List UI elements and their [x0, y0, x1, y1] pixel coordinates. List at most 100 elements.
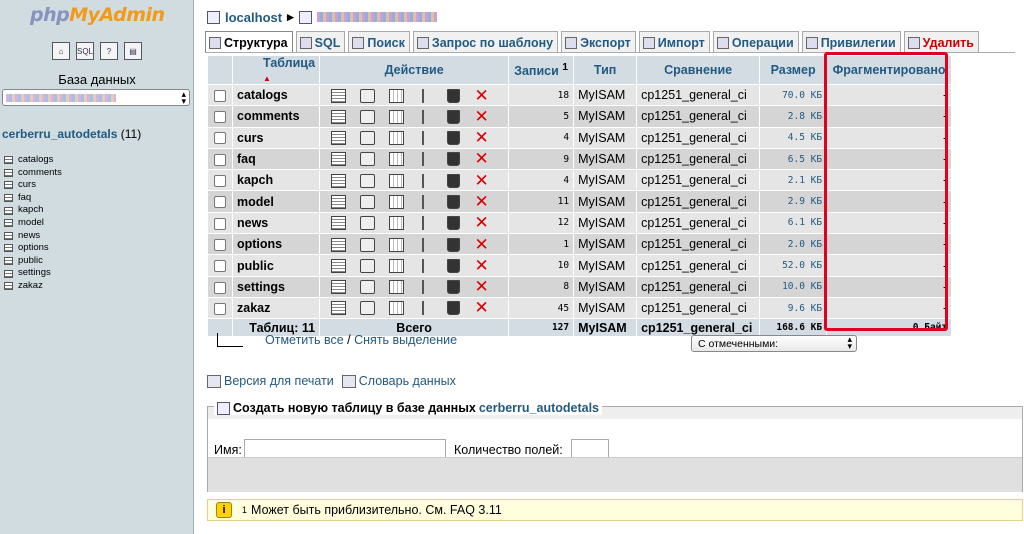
- empty-icon[interactable]: [447, 152, 461, 167]
- header-table[interactable]: Таблица ▲: [233, 56, 320, 84]
- row-table-name[interactable]: settings: [233, 276, 320, 297]
- insert-icon[interactable]: [418, 258, 434, 273]
- sidebar-table-item[interactable]: settings: [4, 267, 62, 280]
- insert-icon[interactable]: [418, 109, 434, 124]
- structure-icon[interactable]: [360, 88, 376, 103]
- empty-icon[interactable]: [447, 237, 461, 252]
- search-icon[interactable]: [389, 216, 405, 231]
- search-icon[interactable]: [389, 258, 405, 273]
- empty-icon[interactable]: [447, 131, 461, 146]
- row-table-name[interactable]: zakaz: [233, 297, 320, 319]
- search-icon[interactable]: [389, 237, 405, 252]
- drop-icon[interactable]: ✕: [474, 172, 489, 189]
- sidebar-table-item[interactable]: options: [4, 242, 62, 255]
- row-table-name[interactable]: public: [233, 255, 320, 276]
- row-size[interactable]: 10.0 КБ: [760, 276, 827, 297]
- sql-icon[interactable]: SQL: [76, 42, 94, 60]
- row-table-name[interactable]: news: [233, 212, 320, 234]
- empty-icon[interactable]: [447, 194, 461, 209]
- browse-icon[interactable]: [331, 152, 347, 167]
- row-checkbox[interactable]: [214, 302, 226, 315]
- insert-icon[interactable]: [418, 173, 434, 188]
- empty-icon[interactable]: [447, 258, 461, 273]
- help-icon[interactable]: ?: [100, 42, 118, 60]
- row-checkbox[interactable]: [214, 238, 226, 251]
- data-dictionary-link[interactable]: Словарь данных: [341, 374, 456, 388]
- insert-icon[interactable]: [418, 152, 434, 167]
- insert-icon[interactable]: [418, 194, 434, 209]
- structure-icon[interactable]: [360, 173, 376, 188]
- insert-icon[interactable]: [418, 280, 434, 295]
- empty-icon[interactable]: [447, 280, 461, 295]
- empty-icon[interactable]: [447, 88, 461, 103]
- header-overhead[interactable]: Фрагментировано: [827, 56, 952, 84]
- phpmyadmin-logo[interactable]: phpMyAdmin: [30, 4, 165, 26]
- row-checkbox[interactable]: [214, 196, 226, 209]
- drop-icon[interactable]: ✕: [474, 150, 489, 167]
- drop-icon[interactable]: ✕: [474, 129, 489, 146]
- breadcrumb-server[interactable]: localhost: [225, 10, 282, 25]
- browse-icon[interactable]: [331, 131, 347, 146]
- row-table-name[interactable]: options: [233, 234, 320, 255]
- drop-icon[interactable]: ✕: [474, 108, 489, 125]
- row-size[interactable]: 6.1 КБ: [760, 212, 827, 234]
- drop-icon[interactable]: ✕: [474, 236, 489, 253]
- empty-icon[interactable]: [447, 216, 461, 231]
- search-icon[interactable]: [389, 173, 405, 188]
- row-table-name[interactable]: kapch: [233, 170, 320, 191]
- row-table-name[interactable]: comments: [233, 106, 320, 127]
- structure-icon[interactable]: [360, 237, 376, 252]
- search-icon[interactable]: [389, 194, 405, 209]
- structure-icon[interactable]: [360, 280, 376, 295]
- tab-operations[interactable]: Операции: [712, 31, 799, 52]
- database-select[interactable]: ▴ ▾: [2, 89, 190, 106]
- drop-icon[interactable]: ✕: [474, 193, 489, 210]
- check-all-link[interactable]: Отметить все: [265, 333, 344, 347]
- sidebar-table-item[interactable]: public: [4, 255, 62, 268]
- structure-icon[interactable]: [360, 216, 376, 231]
- print-view-link[interactable]: Версия для печати: [207, 374, 334, 388]
- insert-icon[interactable]: [418, 301, 434, 316]
- header-records[interactable]: Записи 1: [509, 56, 574, 84]
- row-checkbox[interactable]: [214, 89, 226, 102]
- row-size[interactable]: 4.5 КБ: [760, 127, 827, 148]
- insert-icon[interactable]: [418, 216, 434, 231]
- tab-search[interactable]: Поиск: [348, 31, 410, 52]
- browse-icon[interactable]: [331, 109, 347, 124]
- row-table-name[interactable]: model: [233, 191, 320, 212]
- browse-icon[interactable]: [331, 237, 347, 252]
- empty-icon[interactable]: [447, 109, 461, 124]
- structure-icon[interactable]: [360, 131, 376, 146]
- empty-icon[interactable]: [447, 173, 461, 188]
- empty-icon[interactable]: [447, 301, 461, 316]
- sidebar-table-item[interactable]: kapch: [4, 204, 62, 217]
- row-size[interactable]: 2.8 КБ: [760, 106, 827, 127]
- create-table-db-link[interactable]: cerberru_autodetals: [479, 401, 599, 415]
- browse-icon[interactable]: [331, 194, 347, 209]
- row-checkbox[interactable]: [214, 153, 226, 166]
- search-icon[interactable]: [389, 88, 405, 103]
- tab-export[interactable]: Экспорт: [561, 31, 636, 52]
- insert-icon[interactable]: [418, 131, 434, 146]
- row-size[interactable]: 2.1 КБ: [760, 170, 827, 191]
- drop-icon[interactable]: ✕: [474, 278, 489, 295]
- tab-import[interactable]: Импорт: [638, 31, 710, 52]
- search-icon[interactable]: [389, 109, 405, 124]
- row-checkbox[interactable]: [214, 111, 226, 124]
- tab-query[interactable]: Запрос по шаблону: [412, 31, 559, 52]
- search-icon[interactable]: [389, 301, 405, 316]
- structure-icon[interactable]: [360, 301, 376, 316]
- sidebar-table-item[interactable]: comments: [4, 167, 62, 180]
- uncheck-all-link[interactable]: Снять выделение: [354, 333, 457, 347]
- structure-icon[interactable]: [360, 109, 376, 124]
- header-type[interactable]: Тип: [574, 56, 637, 84]
- search-icon[interactable]: [389, 131, 405, 146]
- sidebar-table-item[interactable]: curs: [4, 179, 62, 192]
- browse-icon[interactable]: [331, 216, 347, 231]
- header-size[interactable]: Размер: [760, 56, 827, 84]
- tab-privileges[interactable]: Привилегии: [801, 31, 901, 52]
- docs-icon[interactable]: ▤: [124, 42, 142, 60]
- browse-icon[interactable]: [331, 301, 347, 316]
- row-size[interactable]: 9.6 КБ: [760, 297, 827, 319]
- drop-icon[interactable]: ✕: [474, 214, 489, 231]
